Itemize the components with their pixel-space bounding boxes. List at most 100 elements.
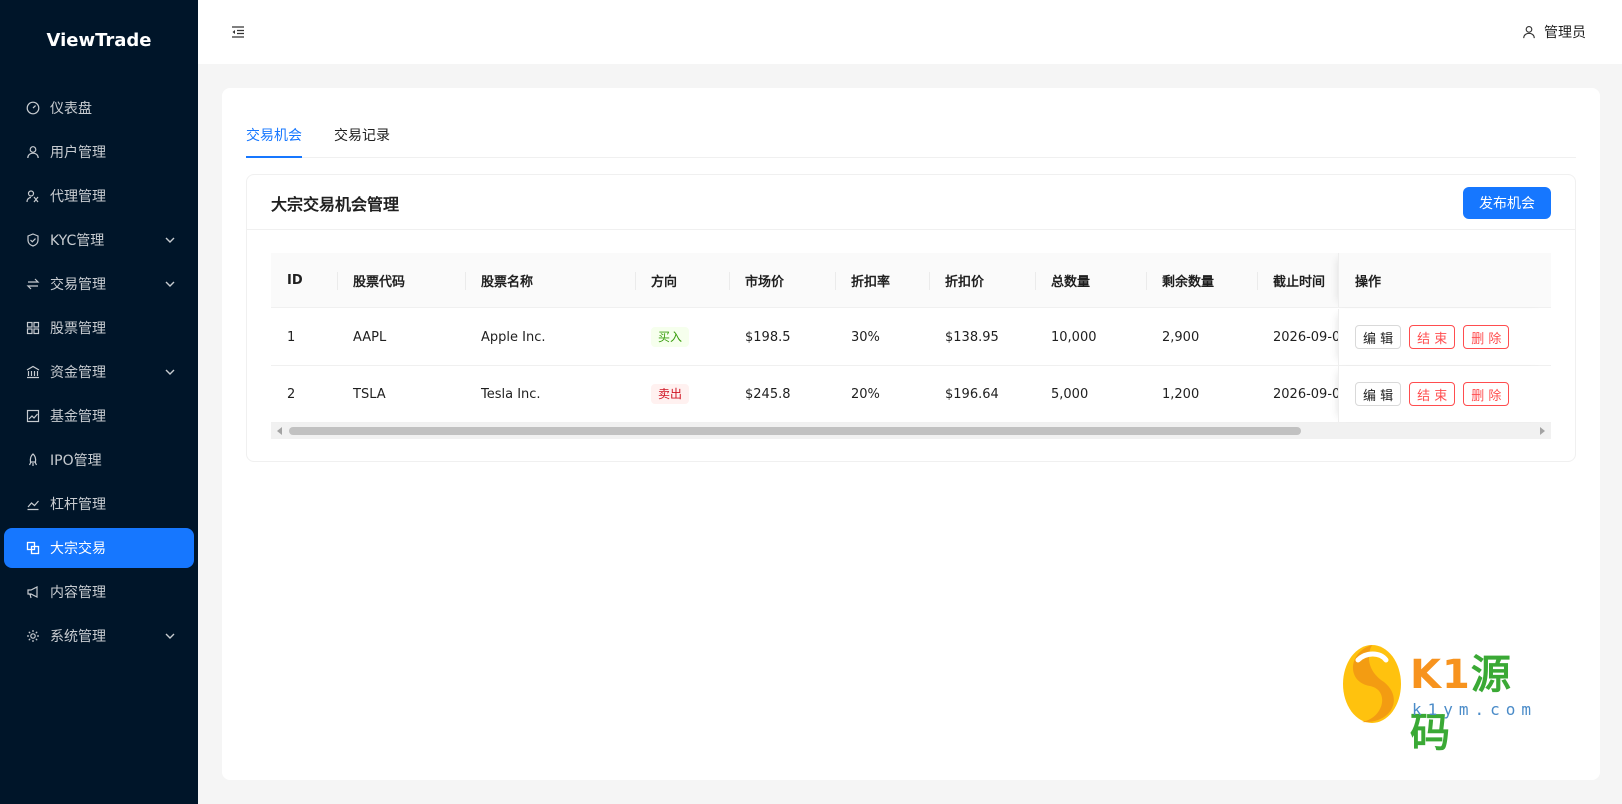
direction-tag: 买入 xyxy=(651,327,690,347)
column-header-name: 股票名称 xyxy=(465,253,635,307)
user-name: 管理员 xyxy=(1544,25,1586,41)
opportunity-table: ID 股票代码 股票名称 方向 市场价 折扣率 折扣价 总数量 剩余数量 截止时… xyxy=(271,253,1551,439)
table-header: ID 股票代码 股票名称 方向 市场价 折扣率 折扣价 总数量 剩余数量 截止时… xyxy=(271,253,1551,308)
column-header-actions: 操作 xyxy=(1355,274,1382,290)
sidebar-item-0[interactable]: 仪表盘 xyxy=(4,88,194,128)
end-button[interactable]: 结 束 xyxy=(1409,382,1456,406)
cell-name: Apple Inc. xyxy=(481,329,546,345)
tab-bar: 交易机会 交易记录 xyxy=(246,116,1576,158)
cell-code: AAPL xyxy=(353,329,387,345)
table-row: 1 AAPL Apple Inc. 买入 $198.5 30% $138.95 10,000 2… xyxy=(271,309,1551,366)
sidebar-item-5[interactable]: 股票管理 xyxy=(4,308,194,348)
user-icon xyxy=(1523,26,1535,39)
shield-icon xyxy=(26,233,40,247)
sidebar-item-label: 系统管理 xyxy=(50,629,106,645)
grid-icon xyxy=(26,321,40,335)
sidebar-item-1[interactable]: 用户管理 xyxy=(4,132,194,172)
fund-chart-icon xyxy=(26,409,40,423)
cell-market-price: $245.8 xyxy=(745,386,791,402)
cell-total: 5,000 xyxy=(1051,386,1089,402)
scroll-left-arrow-icon[interactable] xyxy=(277,427,282,435)
sidebar-item-label: 内容管理 xyxy=(50,585,106,601)
cell-remaining: 1,200 xyxy=(1162,386,1200,402)
direction-tag: 卖出 xyxy=(651,384,690,404)
sidebar-item-label: 基金管理 xyxy=(50,409,106,425)
delete-button[interactable]: 删 除 xyxy=(1463,325,1510,349)
sidebar-item-9[interactable]: 杠杆管理 xyxy=(4,484,194,524)
rocket-icon xyxy=(26,453,40,467)
sidebar-item-label: 用户管理 xyxy=(50,145,106,161)
sidebar-item-3[interactable]: KYC管理 xyxy=(4,220,194,260)
app-logo: ViewTrade xyxy=(46,29,152,51)
row-actions: 编 辑结 束删 除 xyxy=(1338,366,1551,422)
row-actions: 编 辑结 束删 除 xyxy=(1338,309,1551,365)
cell-discount-rate: 30% xyxy=(851,329,880,345)
edit-button[interactable]: 编 辑 xyxy=(1355,325,1402,349)
cell-id: 2 xyxy=(287,386,296,402)
column-header-discount-price: 折扣价 xyxy=(929,253,1035,307)
agent-icon xyxy=(26,189,40,203)
column-header-market-price: 市场价 xyxy=(729,253,835,307)
scroll-right-arrow-icon[interactable] xyxy=(1540,427,1545,435)
cell-direction: 卖出 xyxy=(635,366,729,422)
sidebar-item-8[interactable]: IPO管理 xyxy=(4,440,194,480)
column-header-discount-rate: 折扣率 xyxy=(835,253,929,307)
horizontal-scrollbar[interactable] xyxy=(271,423,1551,439)
settings-icon xyxy=(26,629,40,643)
column-header-actions-wrap: 操作 xyxy=(1338,253,1551,307)
megaphone-icon xyxy=(26,585,40,599)
column-header-code: 股票代码 xyxy=(337,253,465,307)
sidebar-item-7[interactable]: 基金管理 xyxy=(4,396,194,436)
cell-code: TSLA xyxy=(353,386,386,402)
cell-discount-price: $138.95 xyxy=(945,329,999,345)
sidebar-item-4[interactable]: 交易管理 xyxy=(4,264,194,304)
sidebar: ViewTrade 仪表盘用户管理代理管理 KYC管理交易管理股票管理资金管理基金… xyxy=(0,0,198,804)
opportunity-panel: 大宗交易机会管理 发布机会 ID 股票代码 股票名称 方向 市场价 折扣率 折扣… xyxy=(246,174,1576,462)
sidebar-item-6[interactable]: 资金管理 xyxy=(4,352,194,392)
table-row: 2 TSLA Tesla Inc. 卖出 $245.8 20% $196.64 5,000 1,… xyxy=(271,366,1551,423)
bank-icon xyxy=(26,365,40,379)
sidebar-item-12[interactable]: 系统管理 xyxy=(4,616,194,656)
chevron-down-icon xyxy=(165,281,175,287)
tab-opportunities[interactable]: 交易机会 xyxy=(246,116,302,158)
column-header-remaining: 剩余数量 xyxy=(1146,253,1257,307)
edit-button[interactable]: 编 辑 xyxy=(1355,382,1402,406)
sidebar-item-label: 资金管理 xyxy=(50,365,106,381)
scroll-thumb[interactable] xyxy=(289,427,1301,435)
sidebar-item-2[interactable]: 代理管理 xyxy=(4,176,194,216)
panel-title: 大宗交易机会管理 xyxy=(271,195,400,214)
dashboard-icon xyxy=(26,101,40,115)
chevron-down-icon xyxy=(165,369,175,375)
sidebar-item-label: 杠杆管理 xyxy=(50,497,106,513)
sidebar-item-10[interactable]: 大宗交易 xyxy=(4,528,194,568)
sidebar-menu: 仪表盘用户管理代理管理 KYC管理交易管理股票管理资金管理基金管理 IPO管理杠杆管… xyxy=(0,80,198,656)
cell-discount-price: $196.64 xyxy=(945,386,999,402)
swap-icon xyxy=(26,277,40,291)
cell-remaining: 2,900 xyxy=(1162,329,1200,345)
tab-records[interactable]: 交易记录 xyxy=(334,116,390,158)
sidebar-item-label: IPO管理 xyxy=(50,453,102,469)
k1ym-watermark: K1源码 k1ym.com xyxy=(1340,642,1550,756)
cell-market-price: $198.5 xyxy=(745,329,791,345)
sidebar-item-label: KYC管理 xyxy=(50,233,105,249)
watermark-domain: k1ym.com xyxy=(1412,700,1538,719)
user-icon xyxy=(26,145,40,159)
cell-direction: 买入 xyxy=(635,309,729,365)
cell-discount-rate: 20% xyxy=(851,386,880,402)
panel-header: 大宗交易机会管理 发布机会 xyxy=(247,175,1575,230)
sidebar-item-11[interactable]: 内容管理 xyxy=(4,572,194,612)
end-button[interactable]: 结 束 xyxy=(1409,325,1456,349)
column-header-direction: 方向 xyxy=(635,253,729,307)
block-trade-icon xyxy=(26,541,40,555)
sidebar-item-label: 代理管理 xyxy=(50,189,106,205)
sidebar-item-label: 大宗交易 xyxy=(50,541,106,557)
cell-total: 10,000 xyxy=(1051,329,1097,345)
sidebar-item-label: 股票管理 xyxy=(50,321,106,337)
sidebar-item-label: 仪表盘 xyxy=(50,101,92,117)
k1ym-logo-icon xyxy=(1343,645,1401,723)
user-menu[interactable]: 管理员 xyxy=(1522,22,1586,42)
menu-fold-icon[interactable] xyxy=(230,24,246,40)
cell-name: Tesla Inc. xyxy=(481,386,541,402)
delete-button[interactable]: 删 除 xyxy=(1463,382,1510,406)
publish-opportunity-button[interactable]: 发布机会 xyxy=(1463,187,1551,219)
